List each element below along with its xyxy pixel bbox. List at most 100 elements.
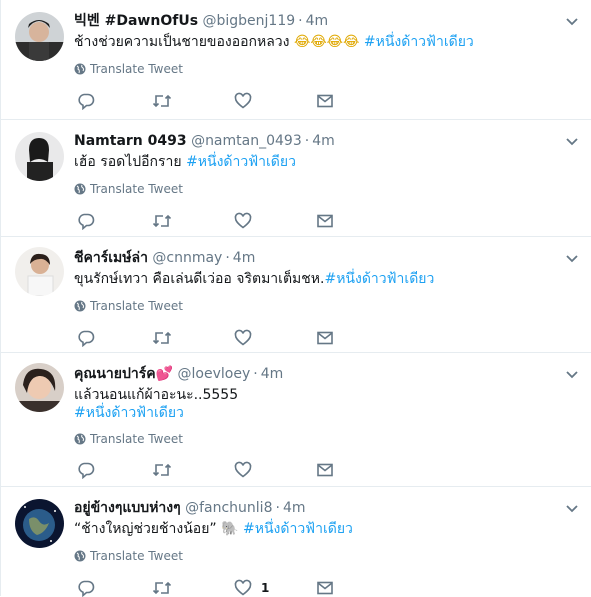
tweet-2[interactable]: Namtarn 0493 @namtan_0493 · 4m เฮ้อ รอดไปอ…: [1, 120, 591, 237]
hashtag-link[interactable]: #หนึ่งด้าวฟ้าเดียว: [74, 404, 238, 422]
direct-message-button[interactable]: [316, 212, 334, 230]
tweet-text-body: เฮ้อ รอดไปอีกราย: [74, 154, 182, 170]
retweet-icon: [152, 581, 172, 595]
translate-tweet-link[interactable]: Translate Tweet: [74, 181, 183, 197]
avatar[interactable]: [15, 12, 64, 61]
retweet-icon: [152, 463, 172, 477]
author-name[interactable]: Namtarn 0493: [74, 133, 187, 149]
like-icon: [234, 329, 252, 346]
like-icon: [234, 579, 252, 596]
tweet-actions: [74, 92, 344, 110]
like-button[interactable]: [234, 461, 261, 479]
globe-icon: [74, 183, 86, 195]
like-icon: [234, 92, 252, 109]
message-icon: [317, 463, 333, 477]
timestamp[interactable]: 4m: [261, 366, 284, 382]
avatar[interactable]: [15, 247, 64, 296]
timestamp[interactable]: 4m: [233, 250, 256, 266]
tweet-text-body: ขุนรักษ์เทวา คือเล่นดีเว่ออ จริตมาเต็มชห…: [74, 271, 325, 287]
tweet-header: Namtarn 0493 @namtan_0493 · 4m: [74, 133, 335, 149]
translate-label: Translate Tweet: [90, 299, 183, 313]
retweet-button[interactable]: [152, 461, 172, 479]
laugh-emoji: 😂😂😂😂: [293, 34, 360, 50]
tweet-5[interactable]: อยู่ข้างๆแบบห่างๆ @fanchunli8 · 4m “ช้างให…: [1, 487, 591, 597]
tweet-text-body: ช้างช่วยความเป็นชายของออกหลวง: [74, 34, 290, 50]
globe-icon: [74, 300, 86, 312]
author-name[interactable]: อยู่ข้างๆแบบห่างๆ: [74, 500, 181, 516]
author-handle[interactable]: @cnnmay: [152, 250, 222, 266]
like-button[interactable]: 1: [234, 579, 269, 597]
reply-icon: [78, 213, 95, 230]
globe-icon: [74, 550, 86, 562]
timestamp[interactable]: 4m: [283, 500, 306, 516]
elephant-emoji: 🐘: [221, 521, 239, 537]
hashtag-link[interactable]: #หนึ่งด้าวฟ้าเดียว: [186, 154, 296, 170]
message-icon: [317, 214, 333, 228]
chevron-down-icon[interactable]: [565, 134, 579, 148]
retweet-button[interactable]: [152, 212, 172, 230]
reply-button[interactable]: [77, 579, 95, 597]
direct-message-button[interactable]: [316, 329, 334, 347]
tweet-text: ช้างช่วยความเป็นชายของออกหลวง 😂😂😂😂 #หนึ่…: [74, 33, 474, 51]
two-hearts-emoji: 💕: [155, 366, 174, 382]
translate-label: Translate Tweet: [90, 549, 183, 563]
tweet-actions: [74, 329, 344, 347]
reply-button[interactable]: [77, 329, 95, 347]
direct-message-button[interactable]: [316, 579, 334, 597]
chevron-down-icon[interactable]: [565, 251, 579, 265]
retweet-button[interactable]: [152, 579, 172, 597]
hashtag-link[interactable]: #หนึ่งด้าวฟ้าเดียว: [243, 521, 353, 537]
hashtag-link[interactable]: #หนึ่งด้าวฟ้าเดียว: [324, 271, 434, 287]
translate-tweet-link[interactable]: Translate Tweet: [74, 548, 183, 564]
retweet-icon: [152, 331, 172, 345]
hashtag-link[interactable]: #หนึ่งด้าวฟ้าเดียว: [364, 34, 474, 50]
direct-message-button[interactable]: [316, 461, 334, 479]
globe-icon: [74, 63, 86, 75]
like-button[interactable]: [234, 329, 261, 347]
author-name[interactable]: คุณนายปาร์ค💕: [74, 366, 173, 382]
like-button[interactable]: [234, 212, 261, 230]
tweet-text: ขุนรักษ์เทวา คือเล่นดีเว่ออ จริตมาเต็มชห…: [74, 270, 434, 288]
tweet-text-body: แล้วนอนแก้ผ้าอะนะ..5555: [74, 387, 239, 403]
author-name[interactable]: ชีคาร์เมษ์ล่า: [74, 250, 148, 266]
author-handle[interactable]: @namtan_0493: [191, 133, 302, 149]
avatar[interactable]: [15, 132, 64, 181]
tweet-text: เฮ้อ รอดไปอีกราย #หนึ่งด้าวฟ้าเดียว: [74, 153, 296, 171]
chevron-down-icon[interactable]: [565, 14, 579, 28]
tweet-actions: [74, 461, 344, 479]
retweet-button[interactable]: [152, 329, 172, 347]
reply-button[interactable]: [77, 212, 95, 230]
author-handle[interactable]: @fanchunli8: [185, 500, 272, 516]
retweet-button[interactable]: [152, 92, 172, 110]
author-handle[interactable]: @loevloey: [178, 366, 251, 382]
author-name[interactable]: 빅벤 #DawnOfUs: [74, 13, 198, 29]
retweet-icon: [152, 214, 172, 228]
translate-tweet-link[interactable]: Translate Tweet: [74, 61, 183, 77]
chevron-down-icon[interactable]: [565, 367, 579, 381]
message-icon: [317, 94, 333, 108]
globe-icon: [74, 433, 86, 445]
tweet-4[interactable]: คุณนายปาร์ค💕 @loevloey · 4m แล้วนอนแก้ผ้าอ…: [1, 353, 591, 487]
timestamp[interactable]: 4m: [312, 133, 335, 149]
tweet-1[interactable]: 빅벤 #DawnOfUs @bigbenj119 · 4m ช้างช่วยความ…: [1, 0, 591, 120]
retweet-icon: [152, 94, 172, 108]
message-icon: [317, 581, 333, 595]
direct-message-button[interactable]: [316, 92, 334, 110]
like-count: 1: [261, 581, 270, 595]
translate-label: Translate Tweet: [90, 432, 183, 446]
reply-button[interactable]: [77, 461, 95, 479]
tweet-header: ชีคาร์เมษ์ล่า @cnnmay · 4m: [74, 250, 256, 266]
reply-button[interactable]: [77, 92, 95, 110]
reply-icon: [78, 462, 95, 479]
avatar[interactable]: [15, 363, 64, 412]
translate-tweet-link[interactable]: Translate Tweet: [74, 298, 183, 314]
author-handle[interactable]: @bigbenj119: [202, 13, 295, 29]
chevron-down-icon[interactable]: [565, 501, 579, 515]
timestamp[interactable]: 4m: [306, 13, 329, 29]
like-button[interactable]: [234, 92, 261, 110]
like-icon: [234, 212, 252, 229]
tweet-3[interactable]: ชีคาร์เมษ์ล่า @cnnmay · 4m ขุนรักษ์เทวา คื…: [1, 237, 591, 353]
translate-tweet-link[interactable]: Translate Tweet: [74, 431, 183, 447]
reply-icon: [78, 580, 95, 597]
avatar[interactable]: [15, 499, 64, 548]
